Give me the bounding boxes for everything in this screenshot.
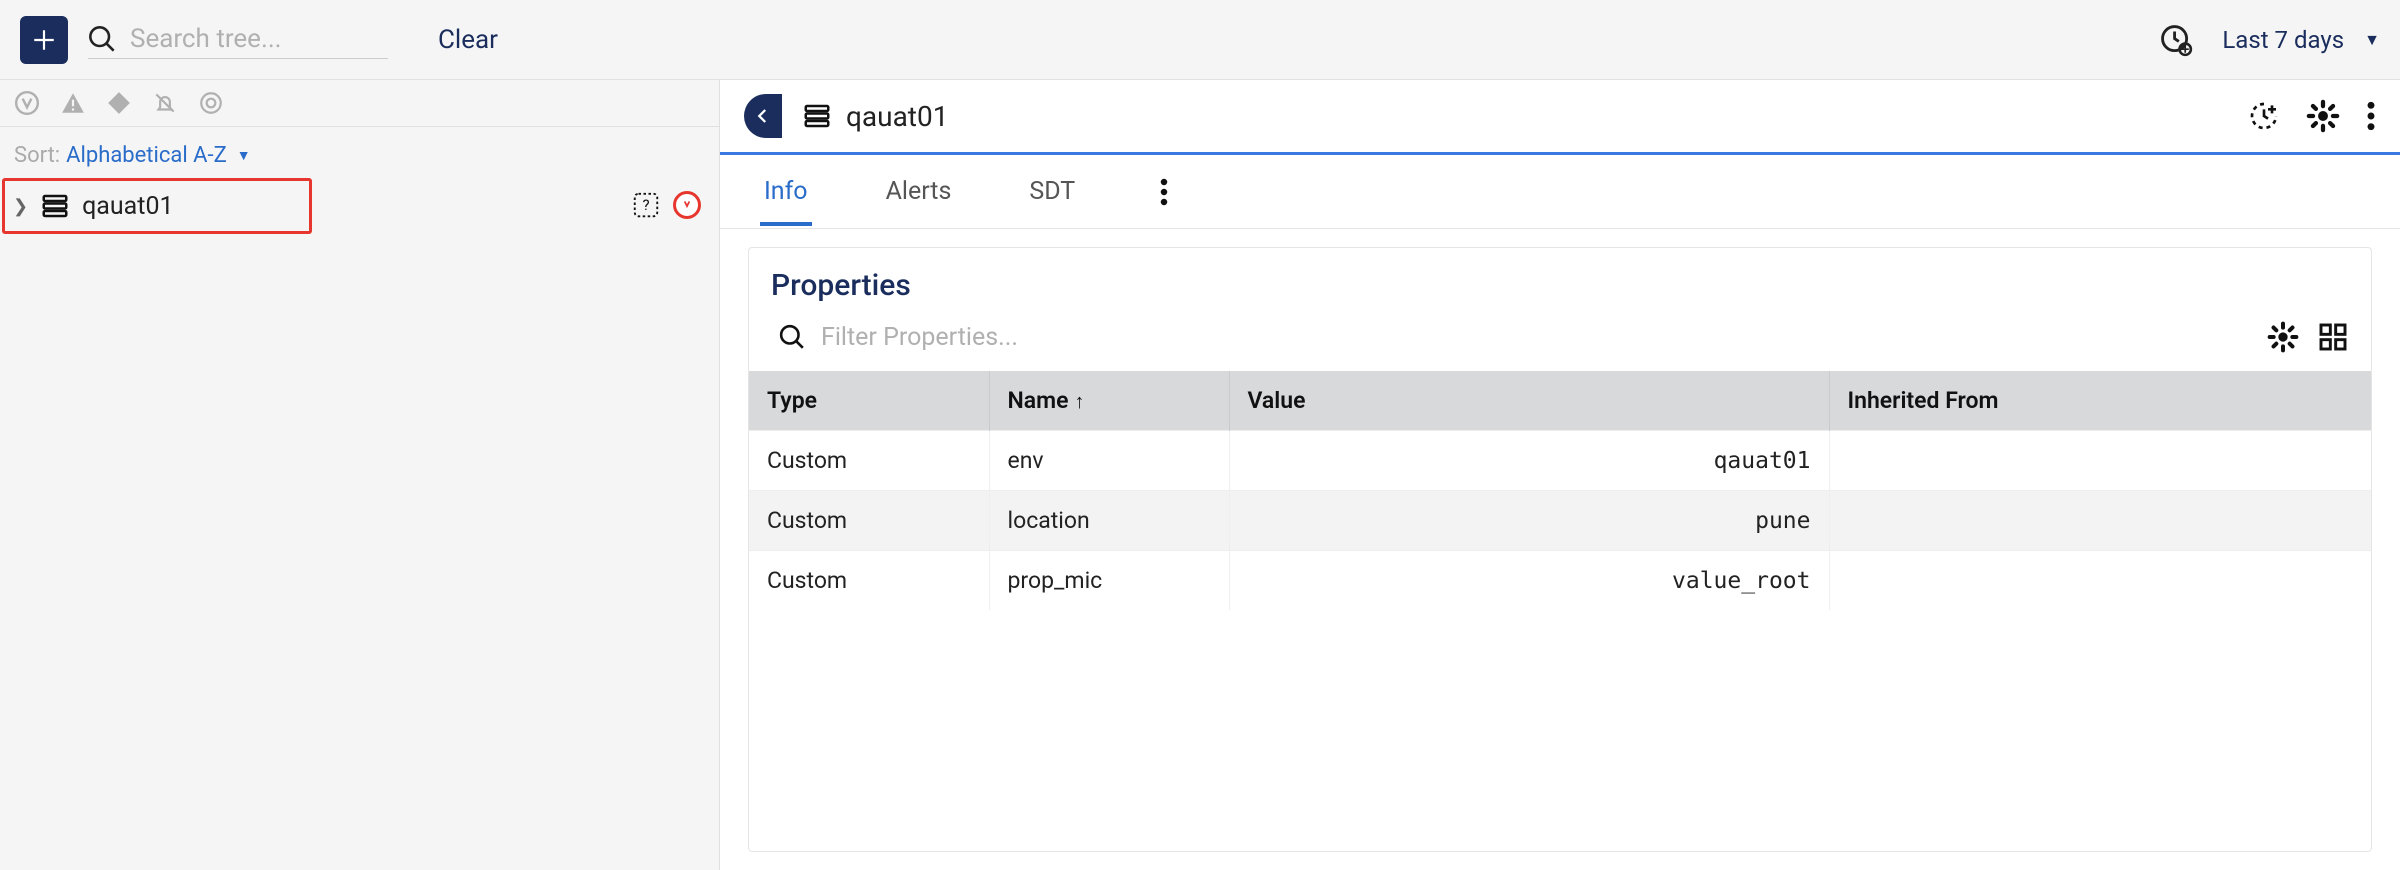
caret-down-icon: ▼ — [2364, 30, 2380, 50]
detail-pane: qauat01 Info Alerts SDT Properties — [720, 80, 2400, 870]
add-button[interactable] — [20, 16, 68, 64]
properties-filter-row — [749, 313, 2371, 371]
properties-heading: Properties — [749, 248, 2371, 313]
status-target-icon[interactable] — [198, 90, 224, 116]
cell-value: qauat01 — [1229, 431, 1829, 491]
properties-settings-icon[interactable] — [2267, 321, 2299, 353]
clear-search-button[interactable]: Clear — [438, 25, 498, 55]
status-diamond-icon[interactable] — [106, 90, 132, 116]
chevron-right-icon[interactable]: ❯ — [13, 196, 28, 217]
chip-collector-down-icon[interactable] — [673, 191, 701, 219]
search-tree-input[interactable] — [130, 24, 388, 54]
properties-filter-input[interactable] — [821, 323, 2251, 352]
tabs-overflow-icon[interactable] — [1159, 177, 1169, 207]
cell-inherited — [1829, 431, 2371, 491]
detail-tabs: Info Alerts SDT — [720, 155, 2400, 229]
add-sdt-icon[interactable] — [2248, 100, 2280, 132]
sort-label: Sort: — [14, 143, 60, 168]
search-tree-wrap — [88, 20, 388, 59]
properties-panel: Properties Type — [748, 247, 2372, 852]
time-range-label: Last 7 days — [2222, 26, 2344, 54]
tree-sidebar: Sort: Alphabetical A-Z ▼ ❯ qauat01 — [0, 80, 720, 870]
chip-question-icon[interactable]: ? — [631, 190, 661, 220]
cell-name: prop_mic — [989, 551, 1229, 611]
tab-sdt[interactable]: SDT — [1025, 157, 1079, 226]
tree-item-label: qauat01 — [82, 192, 173, 221]
cell-inherited — [1829, 551, 2371, 611]
detail-title-text: qauat01 — [846, 100, 948, 133]
table-row[interactable]: Custom prop_mic value_root — [749, 551, 2371, 611]
sort-row: Sort: Alphabetical A-Z ▼ — [0, 127, 719, 176]
table-row[interactable]: Custom location pune — [749, 491, 2371, 551]
tree-item-badges: ? — [631, 190, 701, 220]
settings-icon[interactable] — [2306, 99, 2340, 133]
cell-name: env — [989, 431, 1229, 491]
tree-item-highlight: ❯ qauat01 — [2, 178, 312, 234]
col-name-header[interactable]: Name↑ — [989, 371, 1229, 431]
cell-name: location — [989, 491, 1229, 551]
cell-value: value_root — [1229, 551, 1829, 611]
status-collector-icon[interactable] — [14, 90, 40, 116]
col-name-header-text: Name — [1008, 387, 1069, 414]
search-icon — [779, 324, 805, 350]
search-icon — [88, 25, 116, 53]
cell-value: pune — [1229, 491, 1829, 551]
cell-type: Custom — [749, 491, 989, 551]
server-group-icon — [802, 101, 832, 131]
status-warning-icon[interactable] — [60, 90, 86, 116]
detail-header: qauat01 — [720, 80, 2400, 155]
properties-grid-icon[interactable] — [2317, 321, 2349, 353]
properties-table: Type Name↑ Value Inherited From Custom e… — [749, 371, 2371, 610]
col-inherited-header[interactable]: Inherited From — [1829, 371, 2371, 431]
back-button[interactable] — [744, 94, 782, 138]
sort-selector[interactable]: Alphabetical A-Z ▼ — [66, 143, 250, 168]
col-value-header[interactable]: Value — [1229, 371, 1829, 431]
kebab-menu-icon[interactable] — [2366, 100, 2376, 132]
top-toolbar: Clear Last 7 days ▼ — [0, 0, 2400, 80]
caret-down-icon: ▼ — [237, 147, 251, 164]
svg-text:?: ? — [642, 196, 649, 214]
cell-inherited — [1829, 491, 2371, 551]
time-settings-icon[interactable] — [2158, 22, 2194, 58]
tree-row[interactable]: ❯ qauat01 — [5, 181, 309, 231]
server-group-icon — [40, 191, 70, 221]
sort-asc-icon: ↑ — [1074, 389, 1084, 413]
chevron-left-icon — [754, 107, 772, 125]
sort-value-text: Alphabetical A-Z — [66, 143, 227, 168]
tab-alerts[interactable]: Alerts — [882, 157, 956, 226]
status-bell-off-icon[interactable] — [152, 90, 178, 116]
status-filter-row — [0, 80, 719, 127]
table-row[interactable]: Custom env qauat01 — [749, 431, 2371, 491]
col-type-header[interactable]: Type — [749, 371, 989, 431]
cell-type: Custom — [749, 551, 989, 611]
tab-info[interactable]: Info — [760, 157, 812, 226]
time-range-selector[interactable]: Last 7 days ▼ — [2222, 26, 2380, 54]
plus-icon — [31, 27, 57, 53]
cell-type: Custom — [749, 431, 989, 491]
